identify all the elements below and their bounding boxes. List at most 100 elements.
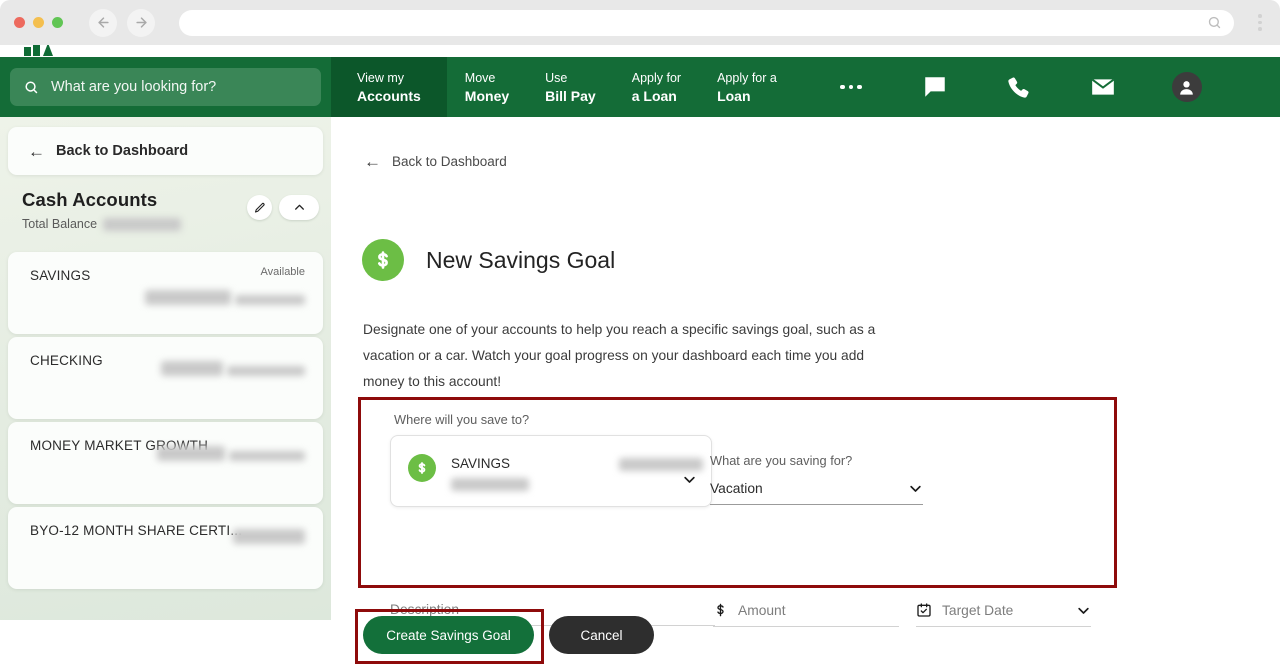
chat-button[interactable] <box>893 57 977 117</box>
where-will-you-save-label: Where will you save to? <box>394 412 530 427</box>
account-available-label: Available <box>260 266 305 278</box>
close-window-button[interactable] <box>14 17 25 28</box>
saving-for-select-wrap: What are you saving for? Vacation <box>710 452 923 505</box>
browser-chrome <box>0 0 1280 45</box>
search-icon <box>25 80 38 93</box>
cancel-button[interactable]: Cancel <box>549 616 654 654</box>
total-balance-value <box>103 217 182 231</box>
collapse-accounts-button[interactable] <box>279 195 319 220</box>
nav-item-line2: Accounts <box>357 87 421 104</box>
saving-for-label: What are you saving for? <box>710 453 853 468</box>
page-title: New Savings Goal <box>426 246 616 273</box>
target-date-input[interactable]: Target Date <box>916 602 1091 627</box>
kebab-menu-icon[interactable] <box>1248 14 1272 31</box>
account-balance <box>233 529 305 544</box>
dollar-circle-icon <box>362 239 404 281</box>
account-balance-block <box>160 351 305 381</box>
arrow-left-icon: ← <box>364 152 381 171</box>
account-balance-block <box>156 436 305 466</box>
search-icon <box>1208 16 1221 29</box>
browser-nav-buttons <box>89 8 155 37</box>
account-balance-secondary <box>235 295 305 305</box>
page-description: Designate one of your accounts to help y… <box>363 322 876 389</box>
url-bar[interactable] <box>179 9 1234 36</box>
account-select[interactable]: SAVINGS <box>390 435 712 507</box>
nav-item-line1: View my <box>357 70 405 85</box>
main-back-label: Back to Dashboard <box>392 154 507 169</box>
phone-icon <box>1008 76 1029 98</box>
back-icon[interactable] <box>89 8 117 37</box>
nav-item-line1: Move <box>464 70 496 85</box>
pencil-icon <box>254 202 265 213</box>
window-traffic-lights <box>14 17 63 28</box>
account-balance-block: Available <box>144 266 305 310</box>
chevron-down-icon <box>682 472 697 487</box>
sidebar-account-money-market-growth[interactable]: MONEY MARKET GROWTH <box>8 422 323 504</box>
sidebar-account-byo-12-month-share-certificate[interactable]: BYO-12 MONTH SHARE CERTI... <box>8 507 323 589</box>
chat-icon <box>925 77 945 97</box>
edit-accounts-button[interactable] <box>247 195 272 220</box>
chevron-up-icon <box>294 204 304 210</box>
selected-account-subtext <box>451 478 529 491</box>
nav-item-line2: Bill Pay <box>545 87 596 104</box>
total-balance-label: Total Balance <box>22 217 98 231</box>
main-content: ← Back to Dashboard New Savings Goal Des… <box>331 117 1280 664</box>
sidebar-account-checking[interactable]: CHECKING <box>8 337 323 419</box>
saving-for-select[interactable]: Vacation <box>710 481 923 505</box>
saving-for-value: Vacation <box>710 481 763 496</box>
amount-placeholder: Amount <box>738 602 786 618</box>
avatar-icon <box>1171 72 1202 102</box>
sidebar-account-savings[interactable]: SAVINGS Available <box>8 252 323 334</box>
cash-accounts-actions <box>247 195 319 220</box>
nav-item-line1: Apply for <box>631 70 682 85</box>
calendar-icon <box>916 602 932 618</box>
page-title-row: New Savings Goal <box>362 239 615 281</box>
account-balance-secondary <box>227 366 305 376</box>
target-date-placeholder: Target Date <box>942 602 1014 618</box>
savings-goal-form: Where will you save to? SAVINGS What are… <box>358 397 1117 627</box>
nav-items: View my Accounts Move Money Use Bill Pay… <box>331 57 795 117</box>
amount-input[interactable]: Amount <box>713 602 899 627</box>
chevron-down-icon <box>908 481 923 496</box>
nav-item-apply-for-a-loan[interactable]: Apply for a Loan <box>614 57 699 117</box>
account-balance <box>144 290 231 305</box>
minimize-window-button[interactable] <box>33 17 44 28</box>
forward-icon[interactable] <box>127 8 155 37</box>
search-input[interactable]: What are you looking for? <box>10 68 321 106</box>
phone-button[interactable] <box>977 57 1061 117</box>
nav-item-line1: Use <box>545 70 568 85</box>
search-placeholder: What are you looking for? <box>51 79 217 95</box>
dollar-sign-icon <box>713 602 728 618</box>
arrow-left-icon: ← <box>28 141 45 161</box>
description-placeholder: Description <box>390 602 460 617</box>
nav-item-line2: Money <box>464 87 510 104</box>
create-savings-goal-button[interactable]: Create Savings Goal <box>363 616 534 654</box>
maximize-window-button[interactable] <box>52 17 63 28</box>
nav-item-use-bill-pay[interactable]: Use Bill Pay <box>527 57 614 117</box>
logo-strip <box>0 45 1280 57</box>
chevron-down-icon <box>1076 603 1091 618</box>
accounts-sidebar: ← Back to Dashboard Cash Accounts Total … <box>0 117 331 620</box>
nav-item-apply-for-a-loan-2[interactable]: Apply for a Loan <box>699 57 795 117</box>
ellipsis-icon <box>840 84 862 90</box>
page-root: What are you looking for? View my Accoun… <box>0 45 1280 664</box>
nav-item-line2: a Loan <box>631 87 677 104</box>
nav-item-move-money[interactable]: Move Money <box>447 57 527 117</box>
main-back-to-dashboard[interactable]: ← Back to Dashboard <box>364 153 507 170</box>
mail-button[interactable] <box>1061 57 1145 117</box>
account-balance <box>156 446 225 461</box>
more-menu-button[interactable] <box>809 57 893 117</box>
nav-item-line2: Loan <box>717 87 751 104</box>
sidebar-back-to-dashboard[interactable]: ← Back to Dashboard <box>8 127 323 175</box>
brand-logo-icon <box>24 45 53 56</box>
nav-icon-group <box>809 57 1229 117</box>
nav-item-line1: Apply for a <box>717 70 777 85</box>
account-balance-block <box>233 521 305 549</box>
sidebar-back-label: Back to Dashboard <box>56 143 189 159</box>
nav-item-view-my-accounts[interactable]: View my Accounts <box>331 57 447 117</box>
global-search: What are you looking for? <box>0 57 331 117</box>
form-actions: Create Savings Goal Cancel <box>363 616 654 654</box>
profile-button[interactable] <box>1145 57 1229 117</box>
selected-account-name: SAVINGS <box>451 456 511 471</box>
dollar-circle-icon <box>408 454 436 482</box>
